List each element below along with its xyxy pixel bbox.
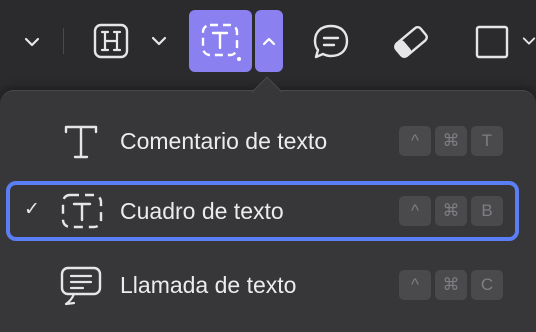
letter-key: T: [471, 126, 503, 156]
textbox-icon: [201, 23, 241, 61]
text-tool-dropdown-menu: Comentario de texto ^ ⌘ T ✓ Cuadro de te…: [0, 90, 536, 332]
keyboard-shortcut: ^ ⌘ T: [399, 126, 503, 156]
comment-bubble-icon: [313, 24, 349, 59]
menu-item-label: Llamada de texto: [120, 272, 297, 298]
heading-icon: [93, 23, 129, 59]
checkmark-icon: ✓: [24, 199, 40, 220]
control-key: ^: [399, 270, 431, 300]
toolbar-divider: [63, 28, 64, 54]
eraser-tool-button[interactable]: [388, 20, 434, 64]
shape-options-chevron-icon[interactable]: [522, 30, 536, 52]
markup-toolbar: [0, 0, 536, 86]
letter-key: B: [471, 196, 503, 226]
text-box-icon: [58, 191, 106, 231]
textbox-options-chevron-up-icon[interactable]: [255, 10, 283, 72]
textbox-tool-button[interactable]: [189, 10, 252, 72]
command-key: ⌘: [435, 126, 467, 156]
heading-options-chevron-icon[interactable]: [148, 30, 170, 52]
text-callout-icon: [58, 265, 106, 306]
control-key: ^: [399, 126, 431, 156]
menu-item-text-callout[interactable]: Llamada de texto ^ ⌘ C: [0, 255, 536, 315]
menu-item-text-box[interactable]: ✓ Cuadro de texto ^ ⌘ B: [0, 181, 536, 241]
keyboard-shortcut: ^ ⌘ B: [399, 196, 503, 226]
command-key: ⌘: [435, 196, 467, 226]
comment-tool-button[interactable]: [308, 20, 354, 64]
menu-item-text-comment[interactable]: Comentario de texto ^ ⌘ T: [0, 111, 536, 171]
command-key: ⌘: [435, 270, 467, 300]
letter-key: C: [471, 270, 503, 300]
toolbar-chevron-down-icon[interactable]: [20, 30, 44, 54]
square-shape-icon: [475, 25, 509, 59]
text-comment-icon: [58, 121, 106, 161]
eraser-icon: [394, 26, 428, 58]
keyboard-shortcut: ^ ⌘ C: [399, 270, 503, 300]
shape-tool-button[interactable]: [472, 22, 512, 62]
menu-item-label: Comentario de texto: [120, 128, 328, 154]
control-key: ^: [399, 196, 431, 226]
menu-item-label: Cuadro de texto: [120, 198, 284, 224]
heading-tool-button[interactable]: [90, 20, 132, 62]
